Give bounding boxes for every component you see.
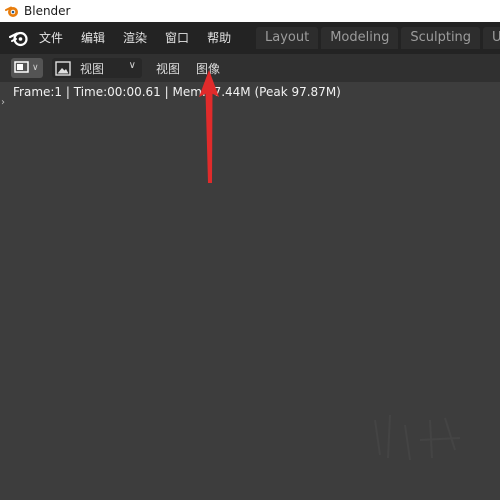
menu-image[interactable]: 图像	[196, 60, 220, 77]
top-menu-bar: 文件 编辑 渲染 窗口 帮助 Layout Modeling Sculpting…	[0, 22, 500, 54]
menu-view[interactable]: 视图	[156, 60, 180, 77]
blender-icon	[4, 3, 20, 19]
render-stats-text: Frame:1 | Time:00:00.61 | Mem:97.44M (Pe…	[13, 85, 341, 99]
tab-uv[interactable]: UV	[483, 27, 500, 49]
view-mode-label: 视图	[80, 61, 105, 76]
render-info-bar: Frame:1 | Time:00:00.61 | Mem:97.44M (Pe…	[0, 82, 500, 102]
title-bar: Blender	[0, 0, 500, 22]
image-icon	[54, 60, 72, 76]
chevron-down-icon: ∨	[32, 63, 39, 73]
menu-window[interactable]: 窗口	[160, 28, 194, 48]
menu-edit[interactable]: 编辑	[76, 28, 110, 48]
workspace-tabs: Layout Modeling Sculpting UV	[256, 27, 500, 49]
image-editor-icon	[14, 59, 30, 78]
menu-render[interactable]: 渲染	[118, 28, 152, 48]
chevron-down-icon: ∨	[128, 60, 136, 71]
menu-file[interactable]: 文件	[34, 28, 68, 48]
image-editor-header: ∨ 视图 ∨ 视图 图像	[0, 54, 500, 82]
blender-window: Blender 文件 编辑 渲染 窗口 帮助 Layout Modeling S…	[0, 0, 500, 500]
window-title: Blender	[24, 4, 71, 18]
tab-layout[interactable]: Layout	[256, 27, 319, 49]
menu-help[interactable]: 帮助	[202, 28, 236, 48]
view-mode-select[interactable]: 视图 ∨	[52, 58, 142, 78]
sidebar-toggle-icon[interactable]: ›	[1, 98, 5, 108]
blender-logo-icon[interactable]	[9, 28, 29, 48]
watermark-icon	[374, 414, 461, 461]
editor-type-button[interactable]: ∨	[11, 58, 43, 78]
tab-modeling[interactable]: Modeling	[321, 27, 399, 49]
tab-sculpting[interactable]: Sculpting	[401, 27, 481, 49]
